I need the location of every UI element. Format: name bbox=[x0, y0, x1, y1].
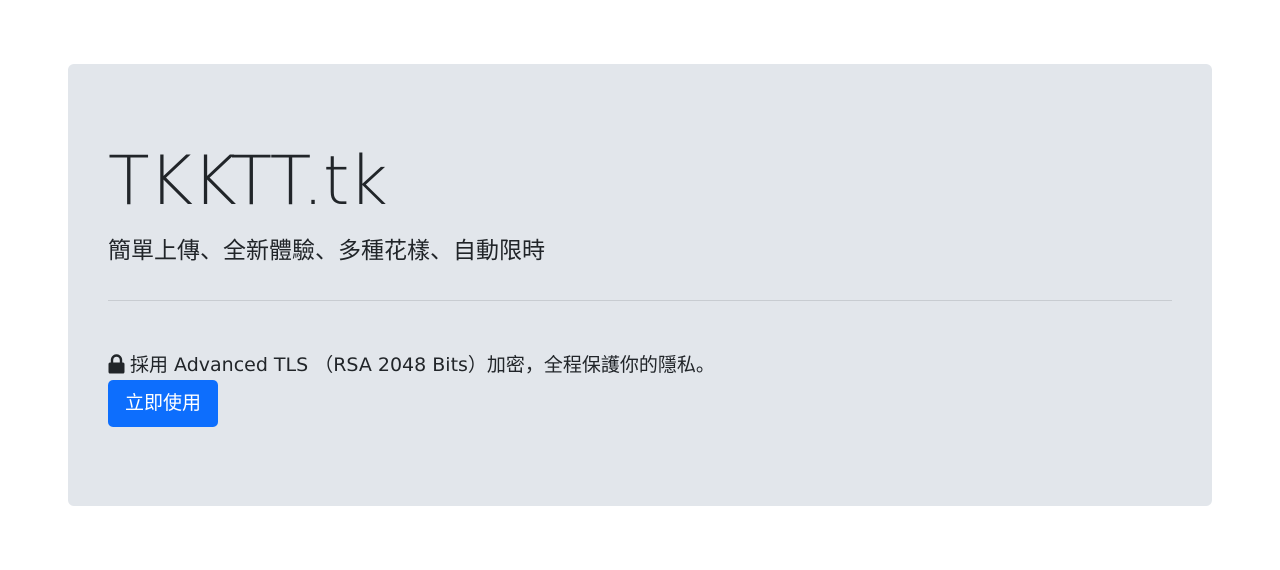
lock-icon bbox=[108, 354, 125, 374]
divider bbox=[108, 300, 1172, 301]
tagline: 簡單上傳、全新體驗、多種花樣、自動限時 bbox=[108, 238, 545, 264]
security-note: 採用 Advanced TLS （RSA 2048 Bits）加密，全程保護你的… bbox=[108, 351, 715, 379]
use-now-button[interactable]: 立即使用 bbox=[108, 380, 218, 427]
site-title: TKKTT.tk bbox=[108, 142, 388, 221]
hero-panel: TKKTT.tk 簡單上傳、全新體驗、多種花樣、自動限時 採用 Advanced… bbox=[68, 64, 1212, 506]
security-text: 採用 Advanced TLS （RSA 2048 Bits）加密，全程保護你的… bbox=[130, 353, 715, 376]
